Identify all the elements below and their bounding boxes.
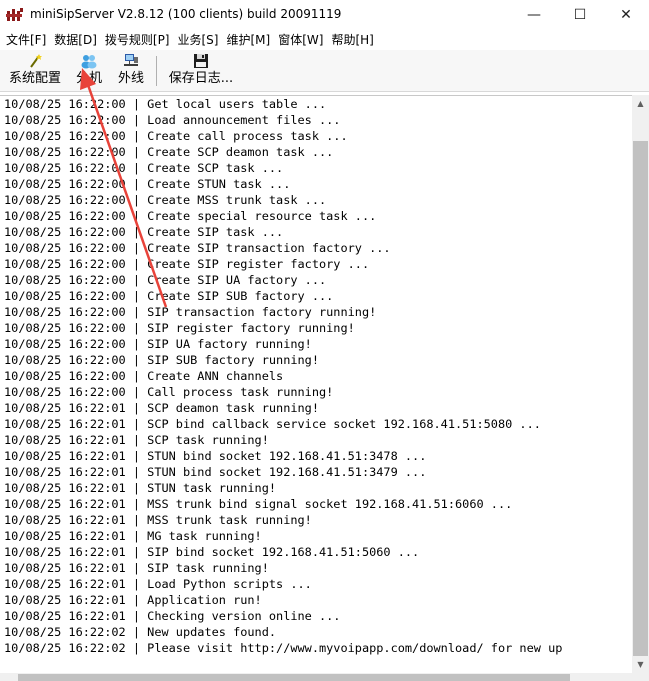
log-line: 10/08/25 16:22:00 | Create SIP SUB facto…: [4, 289, 334, 303]
log-line: 10/08/25 16:22:01 | SIP bind socket 192.…: [4, 545, 420, 559]
title-bar: miniSipServer V2.8.12 (100 clients) buil…: [0, 0, 649, 30]
log-line: 10/08/25 16:22:00 | SIP transaction fact…: [4, 305, 377, 319]
log-line: 10/08/25 16:22:00 | Create SIP transacti…: [4, 241, 391, 255]
save-log-label: 保存日志...: [168, 71, 234, 86]
minimize-icon: —: [527, 7, 541, 23]
system-config-button[interactable]: 系统配置: [4, 52, 66, 90]
log-line: 10/08/25 16:22:00 | Create SIP task ...: [4, 225, 284, 239]
toolbar-divider: [156, 56, 157, 86]
app-logo-icon: [6, 8, 23, 21]
users-icon: [81, 55, 97, 69]
trunks-label: 外线: [117, 71, 144, 86]
scrollbar-corner: [632, 673, 649, 681]
close-icon: ✕: [620, 7, 632, 23]
log-line: 10/08/25 16:22:00 | Create SIP register …: [4, 257, 370, 271]
horizontal-scrollbar[interactable]: [0, 673, 632, 681]
log-line: 10/08/25 16:22:00 | Create SCP deamon ta…: [4, 145, 334, 159]
log-line: 10/08/25 16:22:00 | Create ANN channels: [4, 369, 284, 383]
log-line: 10/08/25 16:22:00 | SIP SUB factory runn…: [4, 353, 319, 367]
log-line: 10/08/25 16:22:01 | Load Python scripts …: [4, 577, 312, 591]
log-line: 10/08/25 16:22:01 | Application run!: [4, 593, 262, 607]
minimize-button[interactable]: —: [511, 0, 557, 30]
maximize-icon: ☐: [573, 7, 587, 23]
log-line: 10/08/25 16:22:00 | Call process task ru…: [4, 385, 334, 399]
log-line: 10/08/25 16:22:00 | Create SCP task ...: [4, 161, 284, 175]
menu-file[interactable]: 文件[F]: [2, 30, 50, 50]
vertical-scroll-thumb[interactable]: [633, 141, 648, 656]
horizontal-scroll-thumb[interactable]: [18, 674, 570, 681]
log-line: 10/08/25 16:22:00 | Create MSS trunk tas…: [4, 193, 327, 207]
menu-services[interactable]: 业务[S]: [174, 30, 223, 50]
save-log-button[interactable]: 保存日志...: [164, 52, 238, 90]
system-config-label: 系统配置: [8, 71, 61, 86]
log-line: 10/08/25 16:22:00 | SIP register factory…: [4, 321, 355, 335]
log-line: 10/08/25 16:22:01 | STUN bind socket 192…: [4, 449, 427, 463]
wand-icon: [30, 54, 42, 68]
scroll-down-arrow-icon[interactable]: ▼: [632, 656, 649, 673]
menu-window[interactable]: 窗体[W]: [274, 30, 327, 50]
toolbar: 系统配置 分机 外线 保存日志...: [0, 50, 649, 92]
log-line: 10/08/25 16:22:01 | SCP deamon task runn…: [4, 401, 319, 415]
extensions-label: 分机: [75, 71, 102, 86]
menu-bar: 文件[F] 数据[D] 拨号规则[P] 业务[S] 维护[M] 窗体[W] 帮助…: [0, 30, 649, 50]
log-line: 10/08/25 16:22:01 | MSS trunk bind signa…: [4, 497, 513, 511]
trunks-button[interactable]: 外线: [114, 52, 148, 90]
log-line: 10/08/25 16:22:02 | Please visit http://…: [4, 641, 563, 655]
menu-dial-rules[interactable]: 拨号规则[P]: [101, 30, 174, 50]
log-line: 10/08/25 16:22:00 | Create STUN task ...: [4, 177, 291, 191]
maximize-button[interactable]: ☐: [557, 0, 603, 30]
log-line: 10/08/25 16:22:01 | SIP task running!: [4, 561, 269, 575]
log-line: 10/08/25 16:22:00 | Create special resou…: [4, 209, 377, 223]
scroll-up-arrow-icon[interactable]: ▲: [632, 95, 649, 112]
window-title: miniSipServer V2.8.12 (100 clients) buil…: [30, 7, 342, 21]
log-line: 10/08/25 16:22:00 | Get local users tabl…: [4, 97, 327, 111]
log-line: 10/08/25 16:22:00 | SIP UA factory runni…: [4, 337, 312, 351]
log-line: 10/08/25 16:22:02 | New updates found.: [4, 625, 277, 639]
menu-data[interactable]: 数据[D]: [50, 30, 101, 50]
extensions-button[interactable]: 分机: [72, 52, 106, 90]
log-line: 10/08/25 16:22:00 | Load announcement fi…: [4, 113, 341, 127]
log-line: 10/08/25 16:22:01 | Checking version onl…: [4, 609, 341, 623]
log-line: 10/08/25 16:22:01 | STUN bind socket 192…: [4, 465, 427, 479]
menu-maintenance[interactable]: 维护[M]: [222, 30, 274, 50]
log-line: 10/08/25 16:22:01 | MG task running!: [4, 529, 262, 543]
floppy-disk-icon: [194, 54, 208, 68]
log-output[interactable]: 10/08/25 16:22:00 | Get local users tabl…: [0, 95, 632, 673]
log-line: 10/08/25 16:22:01 | SCP task running!: [4, 433, 269, 447]
vertical-scrollbar[interactable]: ▲ ▼: [632, 95, 649, 673]
log-line: 10/08/25 16:22:00 | Create call process …: [4, 129, 348, 143]
log-line: 10/08/25 16:22:01 | STUN task running!: [4, 481, 277, 495]
close-button[interactable]: ✕: [603, 0, 649, 30]
menu-help[interactable]: 帮助[H]: [327, 30, 377, 50]
log-line: 10/08/25 16:22:01 | MSS trunk task runni…: [4, 513, 312, 527]
network-icon: [124, 54, 138, 66]
log-line: 10/08/25 16:22:00 | Create SIP UA factor…: [4, 273, 327, 287]
log-line: 10/08/25 16:22:01 | SCP bind callback se…: [4, 417, 541, 431]
